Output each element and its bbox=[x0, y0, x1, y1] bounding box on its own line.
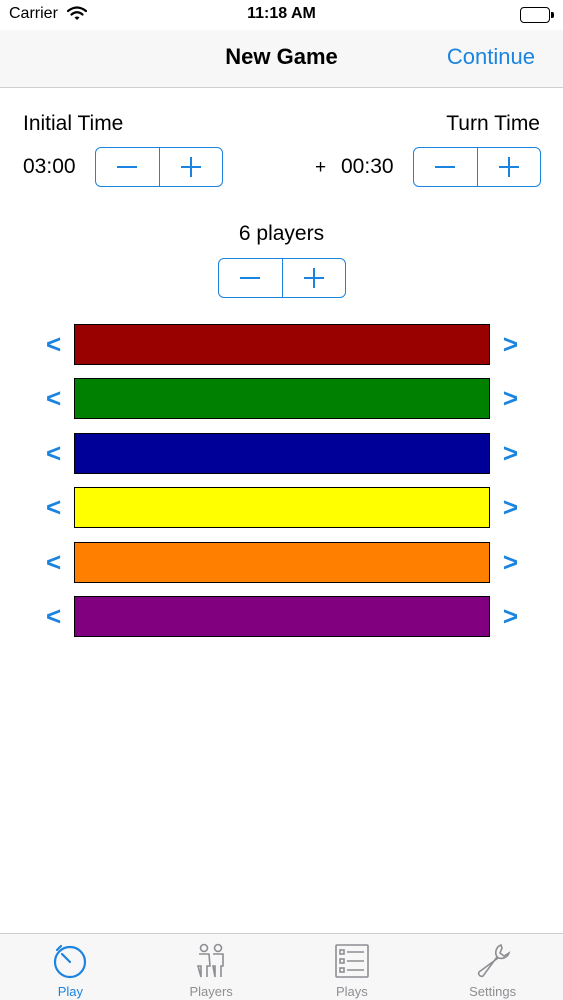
player-color-row: < > bbox=[44, 596, 520, 638]
next-color-button[interactable]: > bbox=[503, 329, 518, 360]
tab-label: Settings bbox=[469, 984, 517, 999]
turn-time-value: 00:30 bbox=[341, 155, 394, 178]
next-color-button[interactable]: > bbox=[503, 601, 518, 632]
player-color-swatch bbox=[74, 432, 490, 474]
player-color-swatch bbox=[74, 541, 490, 583]
next-color-button[interactable]: > bbox=[503, 383, 518, 414]
tab-label: Players bbox=[189, 984, 233, 999]
list-icon bbox=[333, 942, 371, 985]
minus-icon bbox=[240, 277, 261, 279]
previous-color-button[interactable]: < bbox=[46, 601, 61, 632]
player-color-swatch bbox=[74, 378, 490, 420]
previous-color-button[interactable]: < bbox=[46, 547, 61, 578]
initial-time-increment-button[interactable] bbox=[158, 148, 223, 186]
nav-bar: New Game Continue bbox=[0, 30, 563, 88]
player-color-row: < > bbox=[44, 541, 520, 584]
tab-settings[interactable]: Settings bbox=[422, 934, 563, 1000]
plus-icon bbox=[180, 157, 201, 177]
initial-time-value: 03:00 bbox=[23, 155, 76, 178]
next-color-button[interactable]: > bbox=[503, 438, 518, 469]
status-time: 11:18 AM bbox=[247, 5, 316, 22]
tab-plays[interactable]: Plays bbox=[282, 934, 423, 1000]
turn-time-prefix: + bbox=[315, 157, 327, 178]
players-icon bbox=[192, 942, 230, 985]
tab-label: Plays bbox=[335, 984, 368, 999]
previous-color-button[interactable]: < bbox=[46, 492, 61, 523]
tab-label: Play bbox=[57, 984, 84, 999]
turn-time-stepper bbox=[413, 147, 541, 187]
turn-time-increment-button[interactable] bbox=[476, 148, 541, 186]
minus-icon bbox=[435, 166, 456, 168]
stopwatch-icon bbox=[51, 942, 89, 985]
next-color-button[interactable]: > bbox=[503, 492, 518, 523]
turn-time-decrement-button[interactable] bbox=[414, 148, 477, 186]
players-decrement-button[interactable] bbox=[219, 259, 282, 297]
player-color-row: < > bbox=[44, 487, 520, 529]
tab-bar: Play Players Plays Settings bbox=[0, 933, 563, 1000]
player-color-swatch bbox=[74, 487, 490, 529]
screen: Carrier 11:18 AM New Game Continue Initi… bbox=[0, 0, 563, 1000]
player-color-row: < > bbox=[44, 432, 520, 475]
wrench-icon bbox=[474, 942, 512, 985]
next-color-button[interactable]: > bbox=[503, 547, 518, 578]
turn-time-label: Turn Time bbox=[446, 112, 540, 135]
battery-icon bbox=[520, 7, 554, 23]
previous-color-button[interactable]: < bbox=[46, 329, 61, 360]
previous-color-button[interactable]: < bbox=[46, 383, 61, 414]
tab-play[interactable]: Play bbox=[0, 934, 141, 1000]
status-bar: Carrier 11:18 AM bbox=[0, 0, 563, 30]
minus-icon bbox=[117, 166, 138, 168]
players-count-label: 6 players bbox=[238, 222, 325, 245]
tab-players[interactable]: Players bbox=[141, 934, 282, 1000]
player-color-row: < > bbox=[44, 324, 520, 366]
initial-time-label: Initial Time bbox=[23, 112, 124, 135]
initial-time-stepper bbox=[95, 147, 223, 187]
plus-icon bbox=[498, 157, 519, 177]
player-color-swatch bbox=[74, 596, 490, 637]
player-color-swatch bbox=[74, 324, 490, 365]
previous-color-button[interactable]: < bbox=[46, 438, 61, 469]
player-color-row: < > bbox=[44, 378, 520, 420]
players-increment-button[interactable] bbox=[281, 259, 346, 297]
continue-button[interactable]: Continue bbox=[447, 44, 535, 70]
initial-time-decrement-button[interactable] bbox=[96, 148, 159, 186]
plus-icon bbox=[303, 268, 324, 288]
players-stepper bbox=[218, 258, 346, 298]
